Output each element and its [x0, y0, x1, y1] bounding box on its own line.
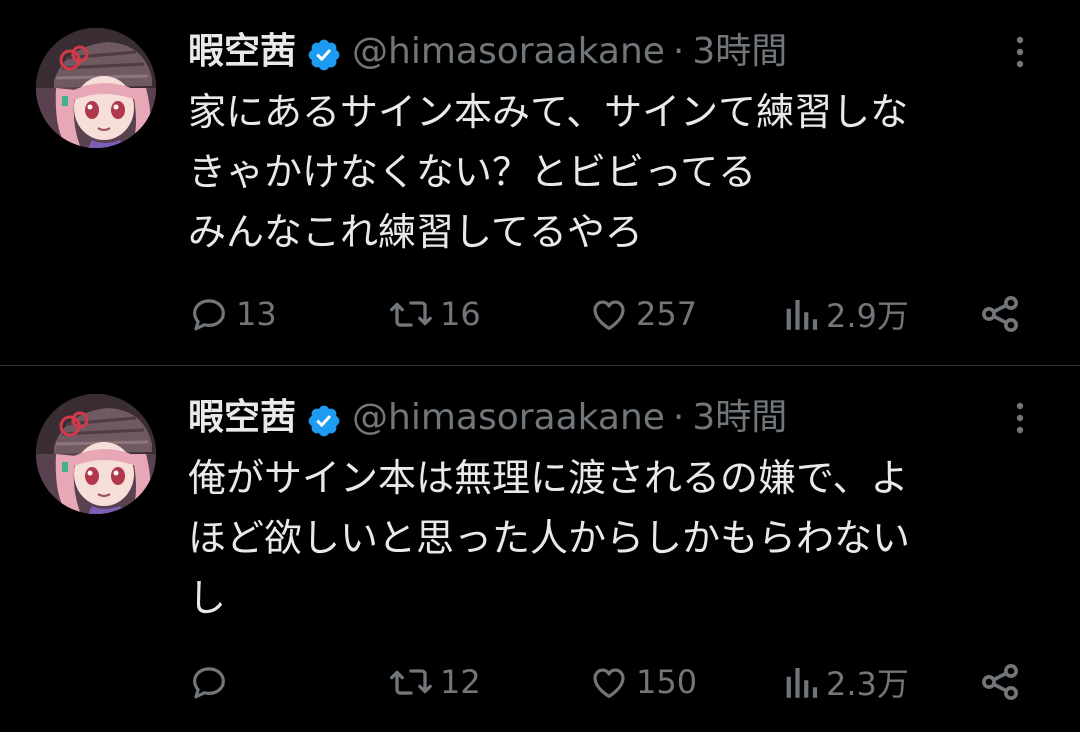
views-count: 2.3万: [826, 665, 909, 703]
reply-icon: [188, 293, 230, 335]
retweet-count: 16: [440, 295, 481, 333]
display-name[interactable]: 暇空茜: [188, 390, 296, 446]
more-icon[interactable]: [1008, 400, 1032, 440]
display-name[interactable]: 暇空茜: [188, 24, 296, 80]
reply-count: 13: [236, 295, 277, 333]
tweet-text: 家にあるサイン本みて、サインて練習しな きゃかけなくない？とビビってる みんなこ…: [188, 82, 1028, 262]
retweet-button[interactable]: 16: [388, 284, 481, 344]
timestamp[interactable]: 3時間: [692, 390, 787, 446]
retweet-icon: [388, 293, 434, 335]
tweet-text-line: みんなこれ練習してるやろ: [188, 210, 643, 254]
like-icon: [588, 293, 630, 335]
action-bar: 13 16 257 2.9万: [0, 284, 1080, 344]
tweet-text-line: し: [188, 576, 227, 620]
views-count: 2.9万: [826, 297, 909, 335]
tweet-header: 暇空茜 @himasoraakane · 3時間: [188, 390, 787, 446]
tweet-text-line: 家にあるサイン本みて、サインて練習しな: [188, 90, 909, 134]
separator: ·: [672, 31, 685, 72]
like-count: 150: [636, 663, 698, 701]
retweet-button[interactable]: 12: [388, 652, 481, 712]
tweet-text-line: きゃかけなくない？とビビってる: [188, 150, 757, 194]
like-count: 257: [636, 295, 698, 333]
retweet-count: 12: [440, 663, 481, 701]
verified-badge-icon: [306, 400, 342, 437]
handle[interactable]: @himasoraakane: [352, 390, 665, 446]
retweet-icon: [388, 661, 434, 703]
views-button[interactable]: 2.3万: [782, 652, 909, 712]
views-button[interactable]: 2.9万: [782, 284, 909, 344]
tweet[interactable]: 暇空茜 @himasoraakane · 3時間 家にあるサイン本みて、サインて…: [0, 0, 1080, 365]
more-icon[interactable]: [1008, 34, 1032, 74]
action-bar: 12 150 2.3万: [0, 652, 1080, 712]
like-button[interactable]: 257: [588, 284, 697, 344]
reply-icon: [188, 661, 230, 703]
tweet-header: 暇空茜 @himasoraakane · 3時間: [188, 24, 787, 80]
like-icon: [588, 661, 630, 703]
tweet-text-line: ほど欲しいと思った人からしかもらわない: [188, 516, 911, 560]
timestamp[interactable]: 3時間: [692, 24, 787, 80]
reply-button[interactable]: 13: [188, 284, 277, 344]
share-button[interactable]: [978, 284, 1022, 344]
tweet-text-line: 俺がサイン本は無理に渡されるの嫌で、よ: [188, 456, 909, 500]
views-icon: [782, 293, 820, 335]
separator: ·: [672, 397, 685, 438]
tweet-text: 俺がサイン本は無理に渡されるの嫌で、よ ほど欲しいと思った人からしかもらわない …: [188, 448, 1028, 628]
like-button[interactable]: 150: [588, 652, 697, 712]
avatar[interactable]: [36, 394, 156, 514]
handle[interactable]: @himasoraakane: [352, 24, 665, 80]
reply-button[interactable]: [188, 652, 236, 712]
tweet[interactable]: 暇空茜 @himasoraakane · 3時間 俺がサイン本は無理に渡されるの…: [0, 366, 1080, 732]
share-icon: [978, 660, 1022, 704]
share-button[interactable]: [978, 652, 1022, 712]
avatar[interactable]: [36, 28, 156, 148]
verified-badge-icon: [306, 34, 342, 71]
views-icon: [782, 661, 820, 703]
share-icon: [978, 292, 1022, 336]
